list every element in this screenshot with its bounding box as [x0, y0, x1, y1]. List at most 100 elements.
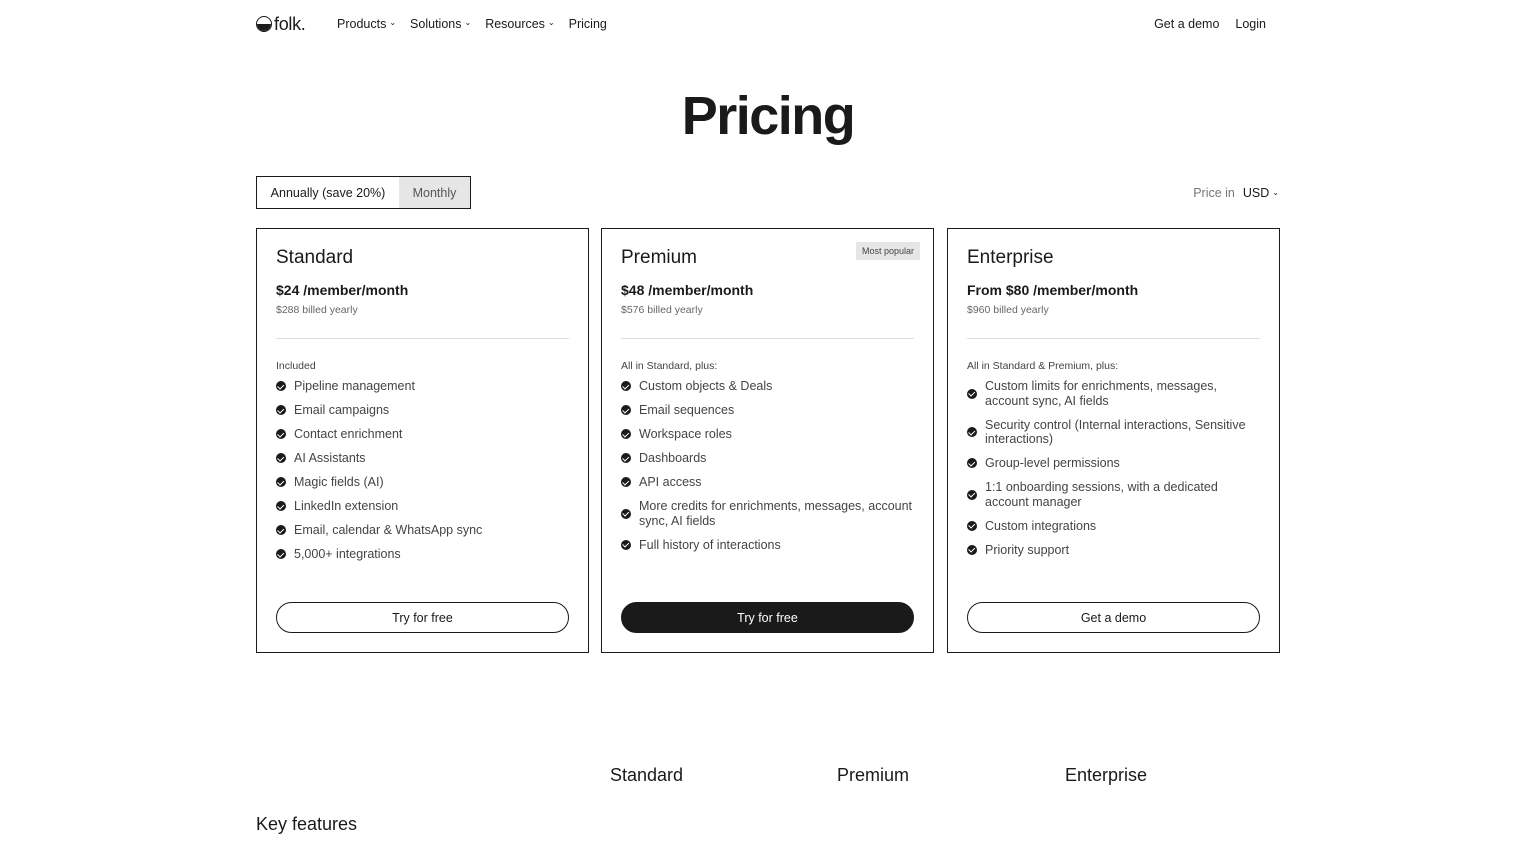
divider: [967, 338, 1260, 339]
feature-text: Email campaigns: [294, 403, 390, 417]
login-link[interactable]: Login: [1235, 15, 1266, 33]
divider: [621, 338, 914, 339]
compare-column-enterprise: Enterprise: [1065, 765, 1148, 785]
feature-item: More credits for enrichments, messages, …: [621, 499, 914, 528]
check-icon: [276, 525, 286, 536]
nav-actions: Get a demo Login: [1154, 15, 1266, 33]
check-icon: [276, 477, 286, 488]
chevron-down-icon: ⌄: [547, 18, 555, 27]
included-label: All in Standard, plus:: [621, 360, 718, 372]
feature-item: Dashboards: [621, 451, 914, 466]
feature-text: Full history of interactions: [639, 537, 781, 552]
nav-solutions-label: Solutions: [410, 17, 462, 31]
check-icon: [967, 458, 977, 469]
feature-text: Custom objects & Deals: [639, 379, 773, 393]
check-icon: [967, 544, 977, 555]
feature-list: Pipeline management Email campaigns Cont…: [276, 379, 569, 571]
feature-text: Email, calendar & WhatsApp sync: [294, 523, 483, 537]
billing-annual-option[interactable]: Annually (save 20%): [257, 177, 399, 208]
currency-selector: Price in USD ⌄: [1193, 186, 1279, 200]
compare-column-premium: Premium: [837, 765, 910, 785]
plan-billed-yearly: $576 billed yearly: [621, 304, 703, 316]
chevron-down-icon: ⌄: [1272, 187, 1279, 197]
check-icon: [276, 549, 286, 560]
top-nav: folk. Products ⌄ Solutions ⌄ Resources ⌄…: [0, 0, 1536, 48]
currency-dropdown[interactable]: USD ⌄: [1243, 186, 1279, 200]
check-icon: [276, 501, 286, 512]
feature-text: Dashboards: [639, 451, 707, 465]
feature-item: Pipeline management: [276, 379, 569, 394]
feature-text: LinkedIn extension: [294, 499, 399, 513]
check-icon: [276, 429, 286, 440]
feature-item: Contact enrichment: [276, 427, 569, 442]
check-icon: [276, 381, 286, 392]
feature-list: Custom limits for enrichments, messages,…: [967, 379, 1260, 567]
feature-item: Email sequences: [621, 403, 914, 418]
nav-solutions[interactable]: Solutions ⌄: [410, 15, 471, 33]
billing-period-toggle: Annually (save 20%) Monthly: [256, 176, 471, 209]
feature-item: Email, calendar & WhatsApp sync: [276, 523, 569, 538]
feature-text: 5,000+ integrations: [294, 547, 401, 561]
feature-list: Custom objects & Deals Email sequences W…: [621, 379, 914, 562]
feature-text: Priority support: [985, 542, 1070, 557]
feature-text: Group-level permissions: [985, 456, 1120, 470]
get-demo-button[interactable]: Get a demo: [967, 602, 1260, 633]
feature-text: AI Assistants: [294, 451, 366, 465]
plan-name: Premium: [621, 247, 698, 268]
plan-billed-yearly: $960 billed yearly: [967, 304, 1049, 316]
plan-card-standard: Standard $24 /member/month $288 billed y…: [256, 228, 589, 653]
check-icon: [276, 405, 286, 416]
check-icon: [621, 539, 631, 550]
feature-text: Custom limits for enrichments, messages,…: [985, 379, 1218, 408]
most-popular-badge: Most popular: [855, 242, 920, 260]
check-icon: [967, 489, 977, 500]
plan-price: $24 /member/month: [276, 282, 409, 298]
key-features-heading: Key features: [256, 814, 358, 834]
check-icon: [967, 427, 977, 437]
feature-text: API access: [639, 475, 702, 489]
folk-logo[interactable]: folk.: [256, 14, 306, 34]
nav-pricing-label: Pricing: [568, 17, 607, 31]
feature-item: Security control (Internal interactions,…: [967, 418, 1260, 447]
try-for-free-button[interactable]: Try for free: [276, 602, 569, 633]
included-label: All in Standard & Premium, plus:: [967, 360, 1119, 372]
feature-item: Email campaigns: [276, 403, 569, 418]
nav-resources[interactable]: Resources ⌄: [485, 15, 554, 33]
try-for-free-button[interactable]: Try for free: [621, 602, 914, 633]
feature-text: Magic fields (AI): [294, 475, 384, 489]
get-demo-link[interactable]: Get a demo: [1154, 15, 1219, 33]
page-title: Pricing: [681, 86, 856, 146]
check-icon: [967, 388, 977, 399]
plan-name: Enterprise: [967, 247, 1054, 268]
plan-card-premium: Premium Most popular $48 /member/month $…: [601, 228, 934, 653]
plan-price: $48 /member/month: [621, 282, 754, 298]
check-icon: [967, 520, 977, 531]
feature-text: More credits for enrichments, messages, …: [639, 499, 913, 528]
check-icon: [621, 477, 631, 488]
nav-pricing[interactable]: Pricing: [569, 15, 607, 33]
feature-text: 1:1 onboarding sessions, with a dedicate…: [985, 480, 1218, 509]
divider: [276, 338, 569, 339]
feature-item: Magic fields (AI): [276, 475, 569, 490]
feature-item: Custom limits for enrichments, messages,…: [967, 379, 1260, 408]
nav-links: Products ⌄ Solutions ⌄ Resources ⌄ Prici…: [337, 15, 607, 33]
nav-resources-label: Resources: [485, 17, 545, 31]
nav-products[interactable]: Products ⌄: [337, 15, 396, 33]
feature-item: API access: [621, 475, 914, 490]
check-icon: [621, 508, 631, 519]
feature-text: Security control (Internal interactions,…: [985, 417, 1246, 447]
compare-column-standard: Standard: [610, 765, 684, 785]
currency-label: Price in: [1193, 186, 1235, 200]
feature-item: Group-level permissions: [967, 456, 1260, 471]
feature-item: Custom integrations: [967, 519, 1260, 534]
plan-price: From $80 /member/month: [967, 282, 1139, 298]
logo-icon: [256, 16, 272, 32]
check-icon: [621, 405, 631, 416]
check-icon: [621, 453, 631, 464]
feature-text: Contact enrichment: [294, 427, 403, 441]
billing-monthly-option[interactable]: Monthly: [399, 177, 470, 208]
feature-text: Pipeline management: [294, 379, 415, 393]
feature-text: Workspace roles: [639, 427, 732, 441]
feature-item: 5,000+ integrations: [276, 547, 569, 562]
check-icon: [276, 453, 286, 464]
